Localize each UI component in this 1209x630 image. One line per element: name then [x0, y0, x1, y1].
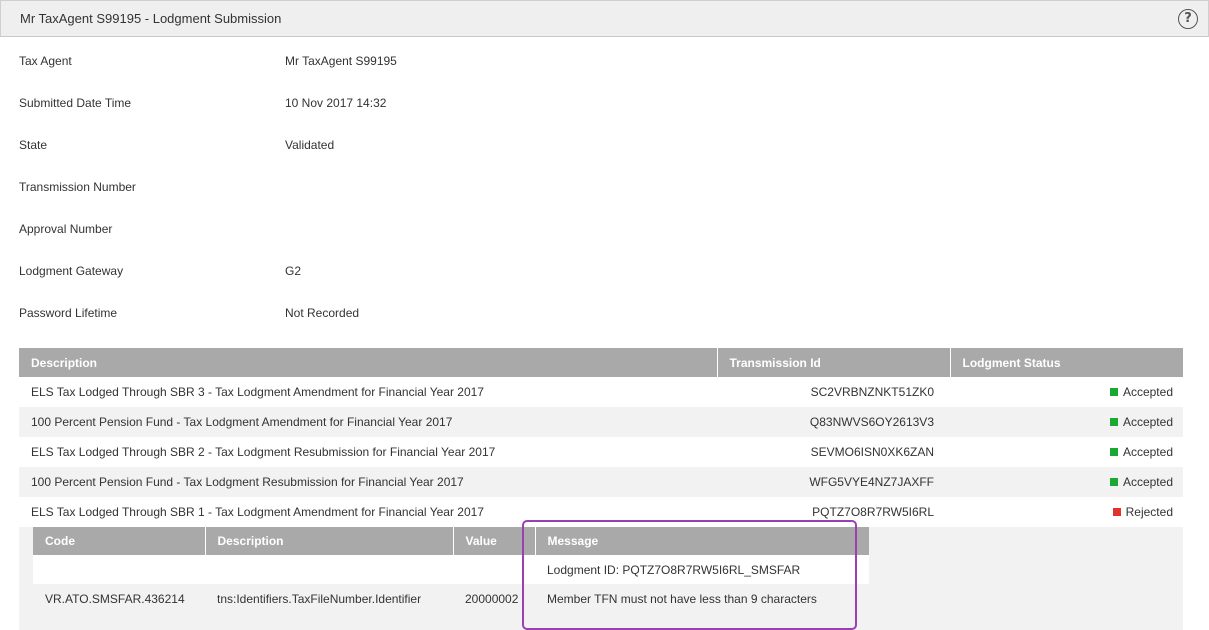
table-row[interactable]: VR.ATO.SMSFAR.436214 tns:Identifiers.Tax… [33, 584, 869, 613]
field-label: Submitted Date Time [19, 96, 132, 110]
column-header-message[interactable]: Message [535, 527, 869, 555]
status-indicator-icon [1109, 478, 1118, 486]
table-row[interactable]: 100 Percent Pension Fund - Tax Lodgment … [19, 407, 1183, 437]
column-header-transmission-id[interactable]: Transmission Id [717, 348, 951, 377]
field-value: 10 Nov 2017 14:32 [285, 96, 387, 110]
status-indicator-icon [1112, 508, 1121, 516]
row-status: Accepted [950, 437, 1183, 467]
row-status: Accepted [950, 407, 1183, 437]
row-description: ELS Tax Lodged Through SBR 2 - Tax Lodgm… [19, 437, 717, 467]
row-transmission-id: SEVMO6ISN0XK6ZAN [717, 437, 950, 467]
field-state: State Validated [19, 138, 619, 154]
table-header-row: Code Description Value Message [33, 527, 869, 555]
status-label: Accepted [1122, 385, 1173, 399]
field-value: Validated [285, 138, 335, 152]
field-value: Not Recorded [285, 306, 360, 320]
row-description: 100 Percent Pension Fund - Tax Lodgment … [19, 467, 717, 497]
table-row[interactable]: ELS Tax Lodged Through SBR 2 - Tax Lodgm… [19, 437, 1183, 467]
table-row[interactable]: ELS Tax Lodged Through SBR 3 - Tax Lodgm… [19, 377, 1183, 407]
field-label: State [19, 138, 48, 152]
status-indicator-icon [1109, 448, 1118, 456]
field-approval-number: Approval Number [19, 222, 619, 238]
status-label: Accepted [1122, 415, 1173, 429]
row-transmission-id: Q83NWVS6OY2613V3 [717, 407, 950, 437]
column-header-description[interactable]: Description [19, 348, 718, 377]
column-header-lodgment-status[interactable]: Lodgment Status [950, 348, 1183, 377]
status-indicator-icon [1109, 388, 1118, 396]
field-value: Mr TaxAgent S99195 [285, 54, 397, 68]
error-description [205, 555, 453, 584]
field-value: G2 [285, 264, 302, 278]
question-circle-icon[interactable]: ? [1178, 9, 1198, 29]
error-description: tns:Identifiers.TaxFileNumber.Identifier [205, 584, 453, 613]
field-submitted-date-time: Submitted Date Time 10 Nov 2017 14:32 [19, 96, 619, 112]
field-label: Tax Agent [19, 54, 72, 68]
error-code: VR.ATO.SMSFAR.436214 [33, 584, 205, 613]
column-header-value[interactable]: Value [453, 527, 536, 555]
status-label: Accepted [1122, 445, 1173, 459]
field-transmission-number: Transmission Number [19, 180, 619, 196]
column-header-description[interactable]: Description [205, 527, 454, 555]
row-description: ELS Tax Lodged Through SBR 1 - Tax Lodgm… [19, 497, 717, 527]
lodgments-table: Description Transmission Id Lodgment Sta… [19, 348, 1183, 527]
row-transmission-id: SC2VRBNZNKT51ZK0 [717, 377, 950, 407]
field-label: Approval Number [19, 222, 113, 236]
errors-table: Code Description Value Message Lodgment … [33, 527, 869, 613]
error-details-panel: Code Description Value Message Lodgment … [19, 527, 1183, 630]
row-description: 100 Percent Pension Fund - Tax Lodgment … [19, 407, 717, 437]
error-message: Member TFN must not have less than 9 cha… [535, 584, 869, 613]
field-label: Password Lifetime [19, 306, 118, 320]
field-label: Lodgment Gateway [19, 264, 124, 278]
table-row[interactable]: Lodgment ID: PQTZ7O8R7RW5I6RL_SMSFAR [33, 555, 869, 584]
panel-header: Mr TaxAgent S99195 - Lodgment Submission… [0, 0, 1209, 37]
table-row[interactable]: 100 Percent Pension Fund - Tax Lodgment … [19, 467, 1183, 497]
status-label: Accepted [1122, 475, 1173, 489]
field-password-lifetime: Password Lifetime Not Recorded [19, 306, 619, 322]
error-value [453, 555, 535, 584]
field-lodgment-gateway: Lodgment Gateway G2 [19, 264, 619, 280]
table-header-row: Description Transmission Id Lodgment Sta… [19, 348, 1183, 377]
row-description: ELS Tax Lodged Through SBR 3 - Tax Lodgm… [19, 377, 717, 407]
field-label: Transmission Number [19, 180, 136, 194]
page-title: Mr TaxAgent S99195 - Lodgment Submission [20, 11, 282, 26]
row-status: Accepted [950, 467, 1183, 497]
field-tax-agent: Tax Agent Mr TaxAgent S99195 [19, 54, 619, 70]
row-transmission-id: WFG5VYE4NZ7JAXFF [717, 467, 950, 497]
status-indicator-icon [1109, 418, 1118, 426]
row-transmission-id: PQTZ7O8R7RW5I6RL [717, 497, 950, 527]
error-code [33, 555, 205, 584]
error-value: 20000002 [453, 584, 535, 613]
row-status: Accepted [950, 377, 1183, 407]
column-header-code[interactable]: Code [33, 527, 206, 555]
row-status: Rejected [950, 497, 1183, 527]
table-row[interactable]: ELS Tax Lodged Through SBR 1 - Tax Lodgm… [19, 497, 1183, 527]
status-label: Rejected [1125, 505, 1173, 519]
error-message: Lodgment ID: PQTZ7O8R7RW5I6RL_SMSFAR [535, 555, 869, 584]
